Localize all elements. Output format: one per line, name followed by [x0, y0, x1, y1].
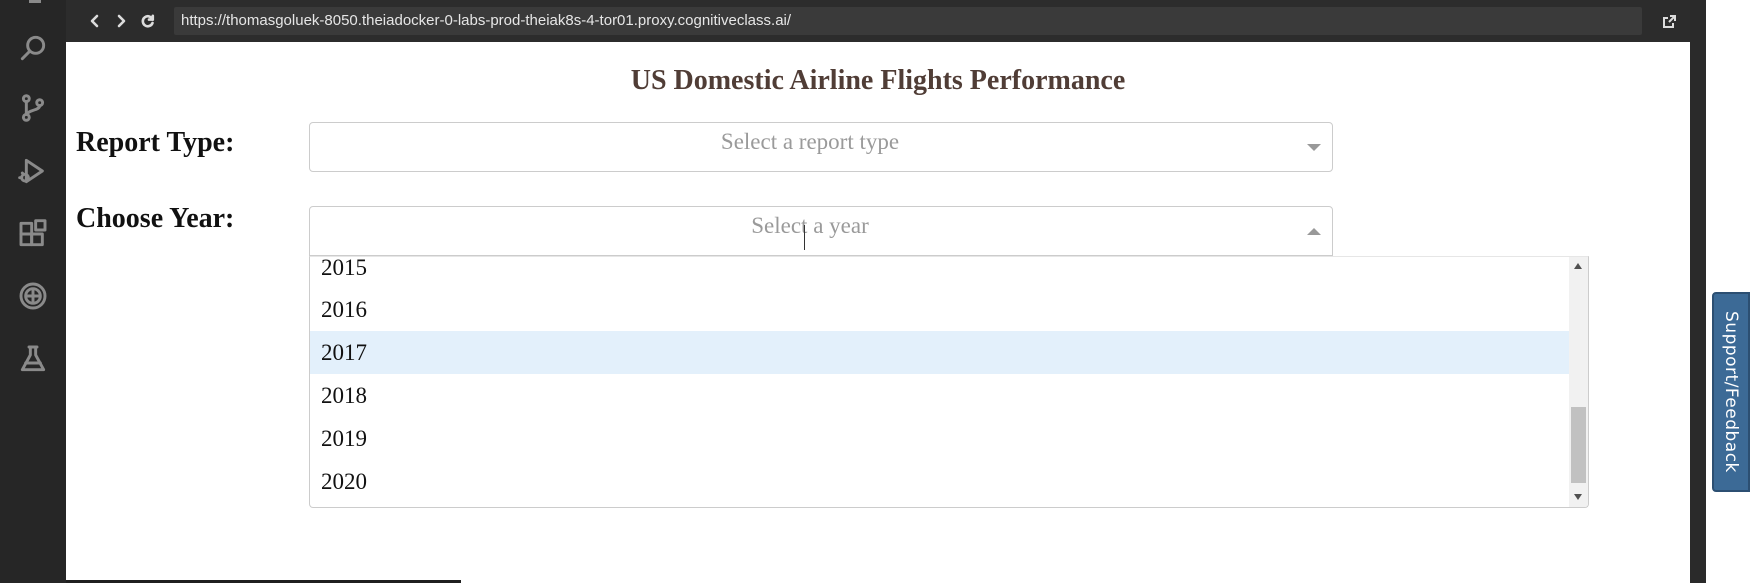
report-type-label: Report Type: — [76, 127, 235, 158]
scrollbar-thumb[interactable] — [1571, 407, 1586, 483]
source-control-icon[interactable] — [15, 90, 51, 126]
chevron-down-icon[interactable] — [1307, 144, 1321, 151]
right-scroll-strip — [1690, 0, 1706, 583]
reload-icon[interactable] — [137, 10, 159, 32]
open-in-new-window-icon[interactable] — [1658, 10, 1680, 32]
scroll-down-icon[interactable] — [1574, 494, 1582, 500]
search-icon[interactable] — [15, 30, 51, 66]
option-2018[interactable]: 2018 — [310, 374, 1570, 417]
year-placeholder: Select a year — [751, 213, 869, 238]
browser-toolbar — [66, 0, 1690, 42]
year-options-menu[interactable]: 2015 2016 2017 2018 2019 2020 — [309, 256, 1589, 508]
report-type-dropdown[interactable]: Select a report type — [309, 122, 1333, 172]
support-feedback-label: Support/Feedback — [1721, 311, 1741, 473]
forward-icon[interactable] — [110, 10, 132, 32]
option-2019[interactable]: 2019 — [310, 417, 1570, 460]
option-2016[interactable]: 2016 — [310, 288, 1570, 331]
extensions-icon[interactable] — [15, 216, 51, 252]
scroll-up-icon[interactable] — [1574, 263, 1582, 269]
chevron-up-icon[interactable] — [1307, 228, 1321, 235]
activity-bar — [0, 0, 66, 583]
page-viewport: US Domestic Airline Flights Performance … — [66, 42, 1690, 583]
skills-network-icon[interactable] — [15, 278, 51, 314]
lab-flask-icon[interactable] — [15, 341, 51, 377]
menu-icon[interactable] — [29, 0, 41, 3]
year-dropdown[interactable]: Select a year — [309, 206, 1333, 256]
year-label: Choose Year: — [76, 203, 235, 234]
menu-scrollbar[interactable] — [1569, 257, 1588, 507]
back-icon[interactable] — [84, 10, 106, 32]
url-input[interactable] — [174, 7, 1642, 35]
text-cursor — [804, 225, 805, 250]
support-feedback-button[interactable]: Support/Feedback — [1712, 292, 1750, 492]
option-2015[interactable]: 2015 — [310, 257, 1570, 289]
option-2020[interactable]: 2020 — [310, 460, 1570, 503]
run-debug-icon[interactable] — [15, 153, 51, 189]
page-title: US Domestic Airline Flights Performance — [630, 65, 1126, 96]
option-2017[interactable]: 2017 — [310, 331, 1570, 374]
report-type-placeholder: Select a report type — [720, 129, 900, 154]
